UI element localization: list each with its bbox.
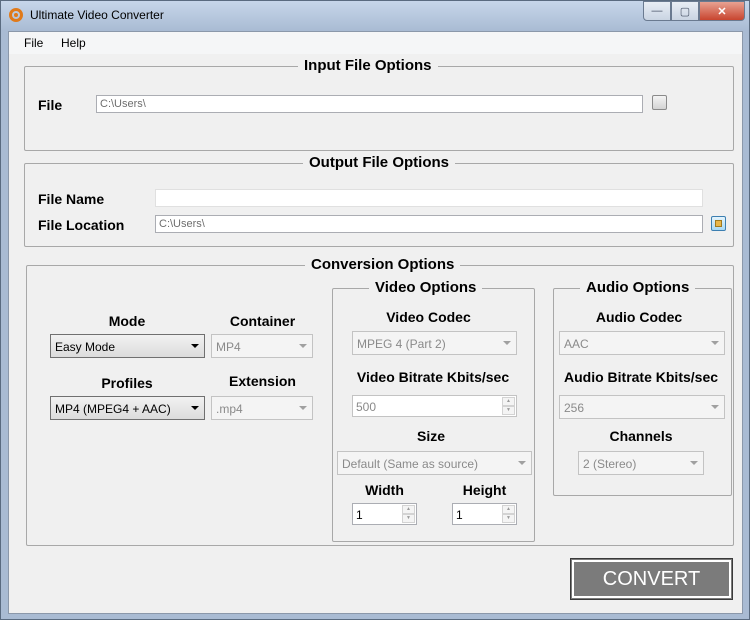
size-select[interactable]: Default (Same as source) <box>337 451 532 475</box>
height-label: Height <box>462 482 507 498</box>
audio-codec-select-value: AAC <box>564 337 589 351</box>
close-button[interactable]: ✕ <box>699 1 745 21</box>
app-logo-icon <box>9 8 23 22</box>
container-select-value: MP4 <box>216 340 241 354</box>
spin-down-icon[interactable]: ▼ <box>502 406 515 415</box>
input-file-label: File <box>38 97 63 113</box>
container-select[interactable]: MP4 <box>211 334 313 358</box>
convert-button[interactable]: CONVERT <box>570 558 733 600</box>
conversion-options-group: Conversion Options Mode Easy Mode Contai… <box>26 256 734 546</box>
menu-bar: File Help <box>9 32 742 54</box>
extension-select-value: .mp4 <box>216 402 243 416</box>
file-name-label: File Name <box>38 191 105 207</box>
audio-bitrate-label: Audio Bitrate Kbits/sec <box>563 369 719 385</box>
conversion-options-title: Conversion Options <box>305 256 461 273</box>
app-window: Ultimate Video Converter — ▢ ✕ File Help… <box>0 0 750 620</box>
size-label: Size <box>416 428 445 444</box>
chevron-down-icon <box>518 461 526 465</box>
spin-down-icon[interactable]: ▼ <box>402 514 415 523</box>
chevron-down-icon <box>711 341 719 345</box>
spin-up-icon[interactable]: ▲ <box>502 505 515 514</box>
width-label: Width <box>365 482 404 498</box>
close-icon: ✕ <box>717 5 727 18</box>
menu-file[interactable]: File <box>24 36 43 50</box>
channels-label: Channels <box>609 428 673 444</box>
window-title: Ultimate Video Converter <box>30 8 164 22</box>
channels-select[interactable]: 2 (Stereo) <box>578 451 704 475</box>
profiles-select-value: MP4 (MPEG4 + AAC) <box>55 402 171 416</box>
mode-select[interactable]: Easy Mode <box>50 334 205 358</box>
audio-codec-label: Audio Codec <box>595 309 683 325</box>
audio-codec-select[interactable]: AAC <box>559 331 725 355</box>
spin-up-icon[interactable]: ▲ <box>402 505 415 514</box>
output-file-options-title: Output File Options <box>303 154 455 171</box>
mode-select-value: Easy Mode <box>55 340 116 354</box>
file-location-label: File Location <box>38 217 125 233</box>
output-folder-browse-button[interactable] <box>711 216 726 231</box>
video-bitrate-value: 500 <box>356 400 377 414</box>
video-codec-select-value: MPEG 4 (Part 2) <box>357 337 446 351</box>
input-file-options-title: Input File Options <box>298 57 438 74</box>
container-label: Container <box>229 313 296 329</box>
extension-select[interactable]: .mp4 <box>211 396 313 420</box>
spin-down-icon[interactable]: ▼ <box>502 514 515 523</box>
mode-label: Mode <box>108 313 146 329</box>
chevron-down-icon <box>711 405 719 409</box>
video-codec-select[interactable]: MPEG 4 (Part 2) <box>352 331 517 355</box>
video-codec-label: Video Codec <box>386 309 471 325</box>
height-spinner[interactable]: 1 ▲ ▼ <box>452 503 517 525</box>
extension-label: Extension <box>229 373 296 389</box>
audio-bitrate-select-value: 256 <box>564 401 585 415</box>
chevron-down-icon <box>299 406 307 410</box>
chevron-down-icon <box>503 341 511 345</box>
height-value: 1 <box>456 508 463 522</box>
maximize-button[interactable]: ▢ <box>671 1 699 21</box>
chevron-down-icon <box>191 344 199 348</box>
menu-help[interactable]: Help <box>61 36 86 50</box>
width-spinner[interactable]: 1 ▲ ▼ <box>352 503 417 525</box>
video-options-group: Video Options Video Codec MPEG 4 (Part 2… <box>332 279 535 542</box>
input-file-path-field[interactable]: C:\Users\ <box>96 95 643 113</box>
title-bar[interactable]: Ultimate Video Converter — ▢ ✕ <box>1 1 749 31</box>
video-bitrate-spinner[interactable]: 500 ▲ ▼ <box>352 395 517 417</box>
profiles-label: Profiles <box>101 375 153 391</box>
maximize-icon: ▢ <box>679 5 691 18</box>
channels-select-value: 2 (Stereo) <box>583 457 637 471</box>
input-file-options-group: Input File Options File C:\Users\ <box>24 57 734 151</box>
video-options-title: Video Options <box>369 279 483 296</box>
audio-options-group: Audio Options Audio Codec AAC Audio Bitr… <box>553 279 732 496</box>
chevron-down-icon <box>299 344 307 348</box>
chevron-down-icon <box>191 406 199 410</box>
minimize-button[interactable]: — <box>643 1 671 21</box>
input-browse-button[interactable] <box>652 95 667 110</box>
size-select-value: Default (Same as source) <box>342 457 479 471</box>
output-file-options-group: Output File Options File Name File Locat… <box>24 154 734 247</box>
file-location-field[interactable]: C:\Users\ <box>155 215 703 233</box>
audio-bitrate-select[interactable]: 256 <box>559 395 725 419</box>
file-name-field[interactable] <box>155 189 703 207</box>
video-bitrate-label: Video Bitrate Kbits/sec <box>356 369 510 385</box>
minimize-icon: — <box>651 5 663 17</box>
profiles-select[interactable]: MP4 (MPEG4 + AAC) <box>50 396 205 420</box>
client-area: File Help Input File Options File C:\Use… <box>8 31 743 614</box>
chevron-down-icon <box>690 461 698 465</box>
width-value: 1 <box>356 508 363 522</box>
audio-options-title: Audio Options <box>580 279 696 296</box>
spin-up-icon[interactable]: ▲ <box>502 397 515 406</box>
